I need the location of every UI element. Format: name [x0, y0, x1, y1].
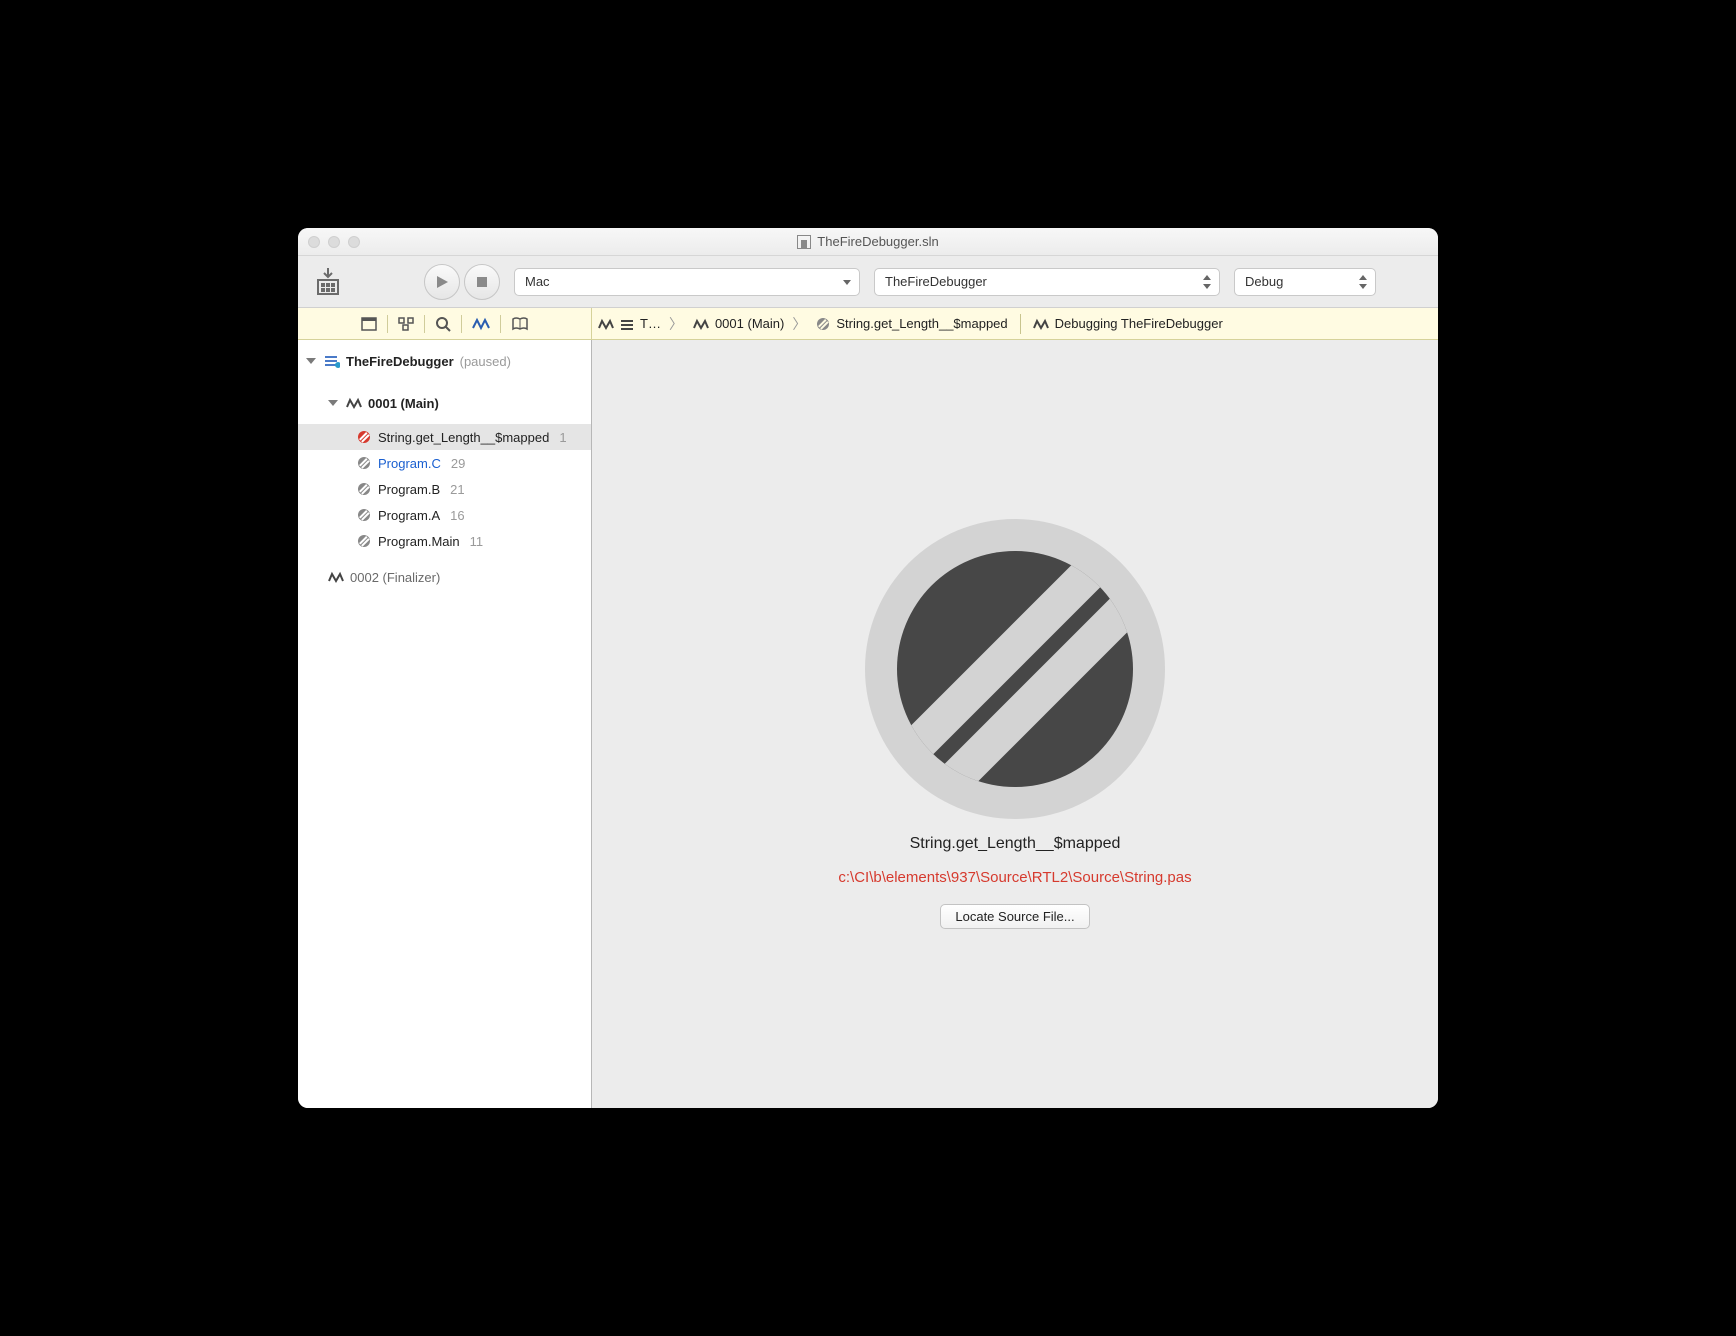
- project-select[interactable]: TheFireDebugger: [874, 268, 1220, 296]
- body: TheFireDebugger (paused) 0001 (Main) Str…: [298, 340, 1438, 1108]
- thread-icon: [328, 569, 344, 585]
- frame-0-line: 1: [559, 430, 566, 445]
- frame-3-name: Program.A: [378, 508, 440, 523]
- missing-source-path: c:\CI\b\elements\937\Source\RTL2\Source\…: [838, 869, 1191, 886]
- tree-process-state: (paused): [460, 354, 511, 369]
- tree-process[interactable]: TheFireDebugger (paused): [298, 348, 591, 374]
- target-select-value: Mac: [525, 274, 550, 289]
- crumb-status: Debugging TheFireDebugger: [1033, 316, 1223, 331]
- config-select-value: Debug: [1245, 274, 1283, 289]
- callstack-sidebar: TheFireDebugger (paused) 0001 (Main) Str…: [298, 340, 592, 1108]
- crumb-1-label: 0001 (Main): [715, 316, 784, 331]
- document-icon: [797, 235, 811, 249]
- stack-frame[interactable]: Program.A 16: [298, 502, 591, 528]
- stack-frame[interactable]: Program.C 29: [298, 450, 591, 476]
- frame-3-line: 16: [450, 508, 464, 523]
- build-button[interactable]: [310, 264, 346, 300]
- frame-2-line: 21: [450, 482, 464, 497]
- play-button[interactable]: [424, 264, 460, 300]
- stack-frame[interactable]: Program.B 21: [298, 476, 591, 502]
- crumb-2-label: String.get_Length__$mapped: [836, 316, 1007, 331]
- frame-icon: [356, 455, 372, 471]
- disclosure-icon: [328, 400, 338, 406]
- chevron-down-icon: [841, 274, 853, 290]
- frame-1-line: 29: [451, 456, 465, 471]
- process-icon: [324, 353, 340, 369]
- project-select-value: TheFireDebugger: [885, 274, 987, 289]
- tree-thread-2[interactable]: 0002 (Finalizer): [298, 564, 591, 590]
- chevron-right-icon: 〉: [790, 314, 808, 334]
- view-panel-icon[interactable]: [351, 308, 387, 339]
- view-docs-icon[interactable]: [501, 308, 539, 339]
- stop-button[interactable]: [464, 264, 500, 300]
- tabstrip: T… 〉 0001 (Main) 〉 String.get_Length__$m…: [298, 308, 1438, 340]
- stack-frame[interactable]: Program.Main 11: [298, 528, 591, 554]
- crumb-frame[interactable]: String.get_Length__$mapped: [816, 316, 1007, 331]
- view-debug-icon[interactable]: [462, 308, 500, 339]
- app-window: TheFireDebugger.sln: [298, 228, 1438, 1108]
- frame-icon: [356, 481, 372, 497]
- window-title-text: TheFireDebugger.sln: [817, 234, 938, 249]
- locate-source-button[interactable]: Locate Source File...: [940, 904, 1089, 929]
- frame-4-line: 11: [470, 534, 484, 549]
- crumb-0-label: T…: [640, 316, 661, 331]
- run-controls: [424, 264, 500, 300]
- titlebar: TheFireDebugger.sln: [298, 228, 1438, 256]
- frame-stop-icon: [356, 429, 372, 445]
- disclosure-icon: [306, 358, 316, 364]
- chevron-right-icon: 〉: [667, 314, 685, 334]
- window-title: TheFireDebugger.sln: [298, 234, 1438, 249]
- frame-icon: [356, 533, 372, 549]
- breadcrumb: T… 〉 0001 (Main) 〉 String.get_Length__$m…: [592, 308, 1438, 339]
- no-source-icon: [865, 519, 1165, 819]
- crumb-thread[interactable]: T… 〉: [598, 314, 685, 334]
- view-search-icon[interactable]: [425, 308, 461, 339]
- frame-icon: [356, 507, 372, 523]
- view-hierarchy-icon[interactable]: [388, 308, 424, 339]
- crumb-status-label: Debugging TheFireDebugger: [1055, 316, 1223, 331]
- frame-0-name: String.get_Length__$mapped: [378, 430, 549, 445]
- config-select[interactable]: Debug: [1234, 268, 1376, 296]
- updown-icon: [1357, 274, 1369, 290]
- tree-thread-1[interactable]: 0001 (Main): [298, 390, 591, 416]
- frame-4-name: Program.Main: [378, 534, 460, 549]
- missing-symbol-name: String.get_Length__$mapped: [910, 835, 1121, 853]
- thread-icon: [346, 395, 362, 411]
- toolbar: Mac TheFireDebugger Debug: [298, 256, 1438, 308]
- tree-process-name: TheFireDebugger: [346, 354, 454, 369]
- stack-frame[interactable]: String.get_Length__$mapped 1: [298, 424, 591, 450]
- updown-icon: [1201, 274, 1213, 290]
- thread-2-label: 0002 (Finalizer): [350, 570, 440, 585]
- sidebar-view-switcher: [298, 308, 592, 339]
- thread-1-label: 0001 (Main): [368, 396, 439, 411]
- frame-1-name: Program.C: [378, 456, 441, 471]
- separator: [1020, 314, 1021, 334]
- crumb-thread-main[interactable]: 0001 (Main) 〉: [693, 314, 808, 334]
- frame-2-name: Program.B: [378, 482, 440, 497]
- source-missing-pane: String.get_Length__$mapped c:\CI\b\eleme…: [592, 340, 1438, 1108]
- target-select[interactable]: Mac: [514, 268, 860, 296]
